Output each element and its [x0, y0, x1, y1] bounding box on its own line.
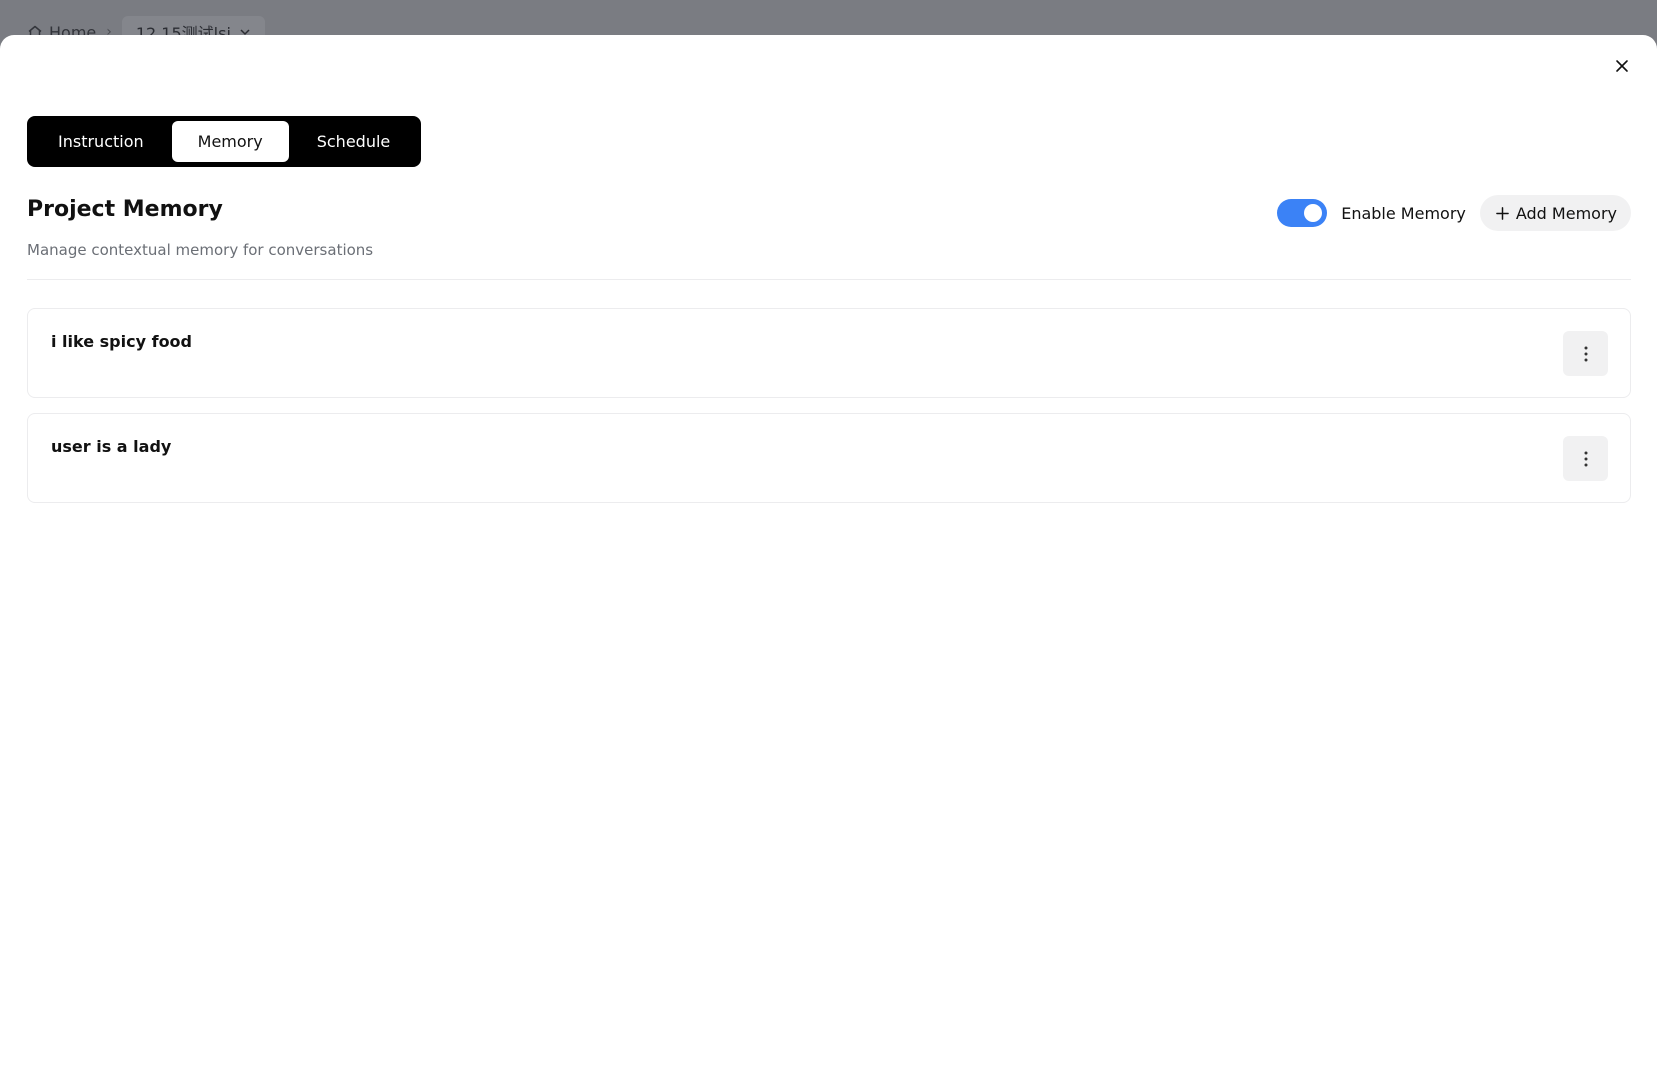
- memory-text: i like spicy food: [51, 332, 192, 351]
- enable-memory-toggle[interactable]: [1277, 199, 1328, 227]
- divider: [27, 279, 1631, 280]
- close-button[interactable]: [1607, 51, 1637, 81]
- toggle-knob: [1304, 204, 1323, 222]
- enable-memory-label: Enable Memory: [1341, 203, 1466, 223]
- memory-more-button[interactable]: [1563, 331, 1608, 376]
- plus-icon: [1496, 206, 1509, 220]
- tab-memory[interactable]: Memory: [171, 121, 289, 162]
- memory-item: user is a lady: [27, 413, 1631, 503]
- add-memory-button[interactable]: Add Memory: [1479, 195, 1631, 231]
- tab-schedule[interactable]: Schedule: [291, 121, 417, 162]
- page-title: Project Memory: [27, 197, 223, 222]
- memory-text: user is a lady: [51, 437, 172, 456]
- header-actions: Enable Memory Add Memory: [1277, 195, 1631, 231]
- page-subtitle: Manage contextual memory for conversatio…: [27, 241, 374, 259]
- memory-list: i like spicy food user is a lady: [27, 308, 1631, 503]
- add-memory-label: Add Memory: [1515, 203, 1617, 223]
- more-vertical-icon: [1584, 451, 1587, 466]
- close-icon: [1616, 60, 1628, 72]
- project-settings-sheet: Instruction Memory Schedule Project Memo…: [0, 35, 1657, 1075]
- settings-tabs: Instruction Memory Schedule: [27, 116, 422, 167]
- tab-memory-label: Memory: [197, 132, 263, 151]
- tab-instruction[interactable]: Instruction: [32, 121, 170, 162]
- tab-instruction-label: Instruction: [58, 132, 144, 151]
- memory-item: i like spicy food: [27, 308, 1631, 398]
- tab-schedule-label: Schedule: [316, 132, 391, 151]
- more-vertical-icon: [1584, 346, 1587, 361]
- memory-more-button[interactable]: [1563, 436, 1608, 481]
